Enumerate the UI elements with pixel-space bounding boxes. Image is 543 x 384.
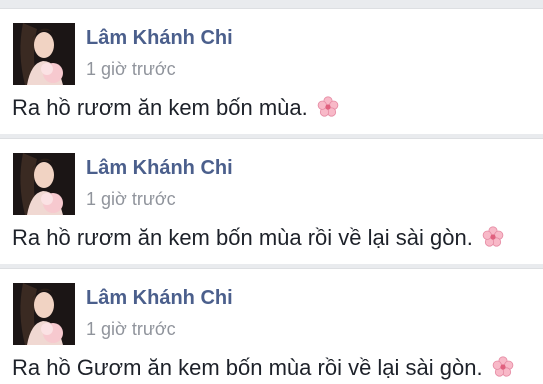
news-feed: Lâm Khánh Chi 1 giờ trước Ra hồ rươm ăn … <box>0 0 543 384</box>
avatar-photo <box>13 153 75 215</box>
avatar-photo <box>13 23 75 85</box>
post-timestamp[interactable]: 1 giờ trước <box>86 59 176 80</box>
avatar[interactable] <box>13 23 75 85</box>
post-message: Ra hồ Gươm ăn kem bốn mùa rồi về lại sài… <box>12 355 515 381</box>
post-message-text: Ra hồ Gươm ăn kem bốn mùa rồi về lại sài… <box>12 355 483 380</box>
avatar[interactable] <box>13 283 75 345</box>
post-message-text: Ra hồ rươm ăn kem bốn mùa rồi về lại sài… <box>12 225 473 250</box>
avatar[interactable] <box>13 153 75 215</box>
post-message: Ra hồ rươm ăn kem bốn mùa rồi về lại sài… <box>12 225 505 251</box>
post-timestamp[interactable]: 1 giờ trước <box>86 189 176 210</box>
post-card: Lâm Khánh Chi 1 giờ trước Ra hồ rươm ăn … <box>0 138 543 264</box>
post-message: Ra hồ rươm ăn kem bốn mùa. <box>12 95 340 121</box>
post-card: Lâm Khánh Chi 1 giờ trước Ra hồ Gươm ăn … <box>0 268 543 384</box>
post-message-text: Ra hồ rươm ăn kem bốn mùa. <box>12 95 308 120</box>
author-name[interactable]: Lâm Khánh Chi <box>86 287 233 310</box>
author-name[interactable]: Lâm Khánh Chi <box>86 157 233 180</box>
author-name[interactable]: Lâm Khánh Chi <box>86 27 233 50</box>
avatar-photo <box>13 283 75 345</box>
cherry-blossom-icon <box>491 355 515 379</box>
post-timestamp[interactable]: 1 giờ trước <box>86 319 176 340</box>
cherry-blossom-icon <box>316 95 340 119</box>
post-card: Lâm Khánh Chi 1 giờ trước Ra hồ rươm ăn … <box>0 8 543 134</box>
cherry-blossom-icon <box>481 225 505 249</box>
